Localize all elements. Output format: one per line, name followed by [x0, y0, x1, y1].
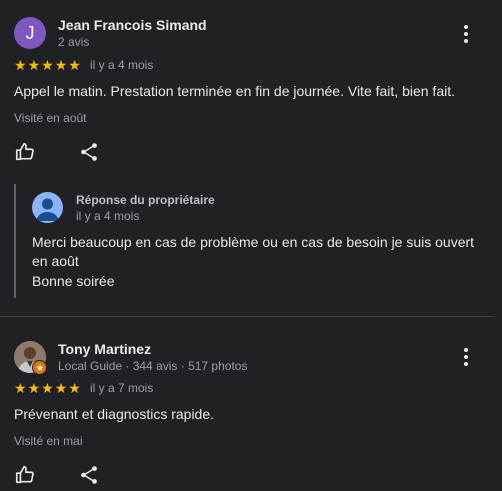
owner-avatar — [32, 192, 63, 223]
rating-stars: ★ ★ ★ ★ ★ — [14, 57, 81, 73]
more-options-button[interactable] — [454, 22, 478, 46]
owner-reply-line-2: en août — [32, 253, 79, 269]
person-icon — [36, 198, 59, 221]
review-text: Appel le matin. Prestation terminée en f… — [14, 83, 455, 99]
local-guide-badge — [32, 360, 47, 375]
like-button[interactable] — [14, 464, 36, 486]
share-button[interactable] — [78, 141, 100, 163]
owner-reply-title: Réponse du propriétaire — [76, 193, 215, 207]
share-icon — [81, 466, 97, 484]
review-time: il y a 7 mois — [90, 381, 154, 395]
rating-stars: ★ ★ ★ ★ ★ — [14, 380, 81, 396]
reviewer-name[interactable]: Tony Martinez — [58, 341, 151, 357]
reviewer-meta: 2 avis — [58, 35, 90, 49]
visited-date: Visité en mai — [14, 434, 83, 448]
more-options-button[interactable] — [454, 345, 478, 369]
like-button[interactable] — [14, 141, 36, 163]
thumb-up-icon — [15, 465, 34, 484]
review-time: il y a 4 mois — [90, 58, 154, 72]
review-text: Prévenant et diagnostics rapide. — [14, 406, 215, 422]
visited-date: Visité en août — [14, 111, 87, 125]
avatar[interactable]: J — [14, 17, 46, 49]
owner-reply-line-3: Bonne soirée — [32, 273, 115, 289]
more-vert-icon — [464, 348, 468, 366]
owner-reply-time: il y a 4 mois — [76, 209, 140, 223]
share-icon — [81, 143, 97, 161]
reviewer-name[interactable]: Jean Francois Simand — [58, 17, 207, 33]
star-icon — [36, 363, 43, 371]
share-button[interactable] — [78, 464, 100, 486]
reply-divider — [14, 184, 16, 298]
reviewer-meta: Local Guide · 344 avis · 517 photos — [58, 359, 248, 373]
thumb-up-icon — [15, 142, 34, 161]
owner-reply-line-1: Merci beaucoup en cas de problème ou en … — [32, 234, 475, 250]
more-vert-icon — [464, 25, 468, 43]
review-divider — [0, 316, 494, 317]
